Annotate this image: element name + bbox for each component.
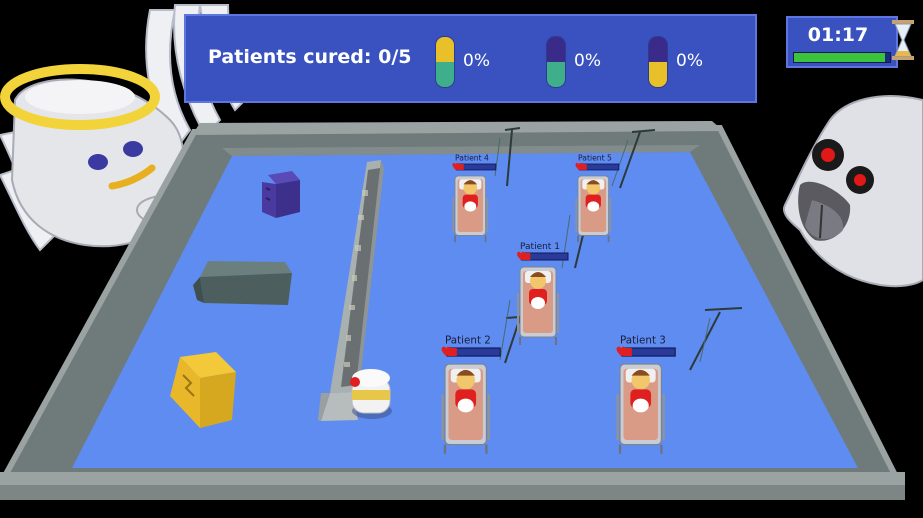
- timer-bar: [793, 52, 891, 63]
- pill-icon: [648, 36, 668, 88]
- pill-progress: 0%: [574, 51, 601, 71]
- timer-bar-fill: [794, 53, 886, 62]
- hourglass-icon: [892, 20, 914, 60]
- pill-progress: 0%: [463, 51, 490, 71]
- patient-health-bar: [441, 346, 501, 358]
- timer-panel: 01:17: [786, 16, 898, 68]
- pill-icon: [435, 36, 455, 88]
- patient-label: Patient 1: [520, 242, 560, 252]
- patient-health-bar: [616, 346, 676, 358]
- patient-label: Patient 4: [455, 154, 489, 163]
- timer-text: 01:17: [807, 24, 869, 46]
- patient-health-bar: [575, 162, 620, 171]
- patient-health-bar: [452, 162, 497, 171]
- patients-cured-label: Patients cured: 0/5: [208, 46, 412, 68]
- player-character: [350, 369, 392, 419]
- patient-label: Patient 5: [578, 154, 612, 163]
- patient-label: Patient 3: [620, 334, 666, 346]
- status-panel: Patients cured: 0/5 0% 0% 0%: [184, 14, 757, 103]
- pill-progress: 0%: [676, 51, 703, 71]
- patient-label: Patient 2: [445, 334, 491, 346]
- patient-health-bar: [517, 251, 569, 261]
- pill-icon: [546, 36, 566, 88]
- grey-desk: [193, 261, 292, 305]
